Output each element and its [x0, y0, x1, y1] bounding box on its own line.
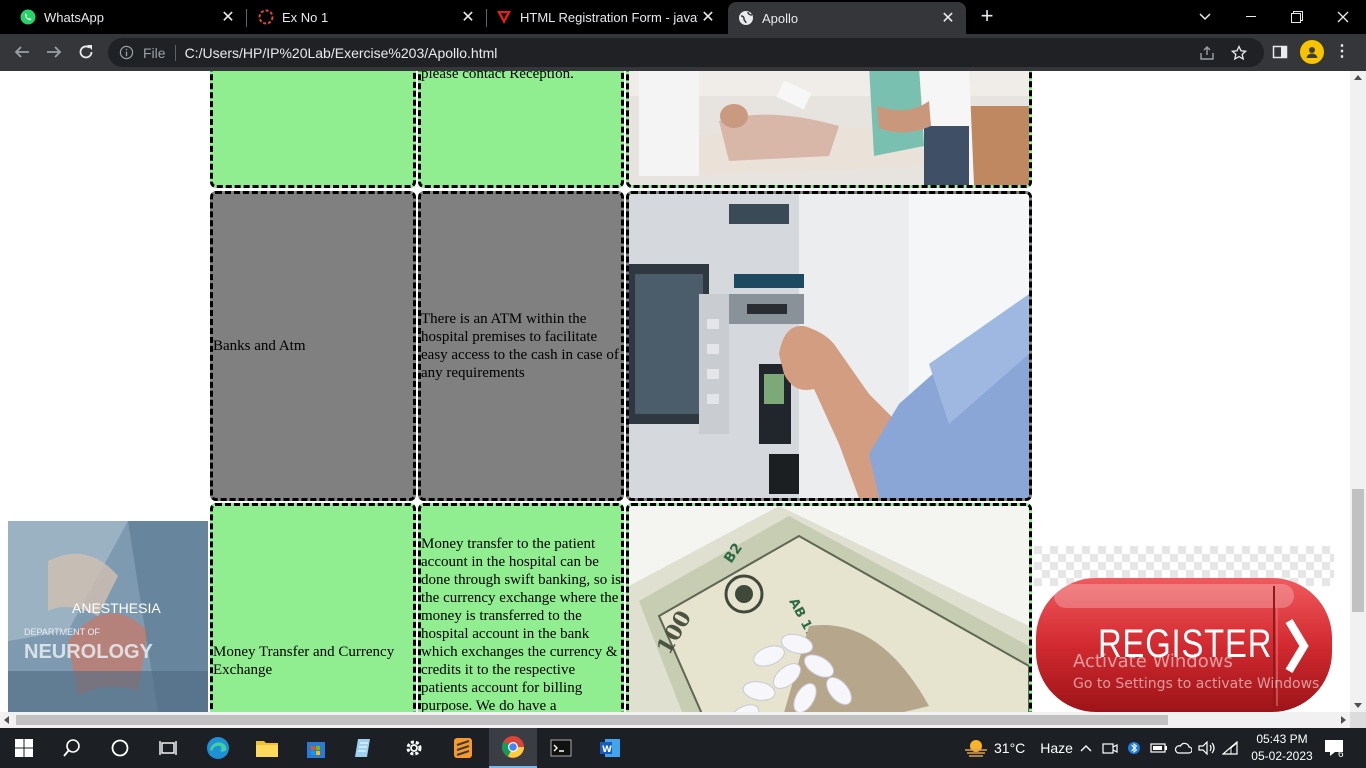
scheme-label: File — [143, 44, 166, 61]
bluetooth-icon[interactable] — [1128, 728, 1140, 768]
clock[interactable]: 05:43 PM 05-02-2023 — [1242, 731, 1322, 765]
wifi-icon[interactable] — [1222, 728, 1238, 768]
javatpoint-icon — [496, 9, 512, 25]
globe-icon — [738, 10, 754, 26]
volume-icon[interactable] — [1198, 728, 1216, 768]
loading-spinner-icon — [258, 9, 274, 25]
file-explorer-icon[interactable] — [243, 728, 291, 768]
activate-windows-watermark: Activate Windows Go to Settings to activ… — [1073, 651, 1324, 692]
notification-count: 6 — [1338, 748, 1344, 760]
tab-apollo[interactable]: Apollo ✕ — [728, 2, 966, 34]
table-cell-description: There is an ATM within the hospital prem… — [418, 191, 624, 501]
scroll-down-arrow-icon[interactable] — [1354, 703, 1362, 708]
browser-toolbar: File C:/Users/HP/IP%20Lab/Exercise%203/A… — [0, 34, 1366, 71]
svg-text:W: W — [602, 745, 612, 755]
meet-now-icon[interactable] — [1102, 728, 1118, 768]
banner-line3: NEUROLOGY — [24, 641, 153, 663]
page-viewport: please contact Reception. Banks and Atm … — [0, 71, 1350, 712]
show-hidden-icons-chevron-icon[interactable] — [1080, 728, 1092, 768]
scroll-left-arrow-icon[interactable] — [4, 716, 9, 724]
settings-gear-icon[interactable] — [390, 728, 438, 768]
notification-center-icon[interactable]: 6 — [1324, 728, 1344, 768]
hospital-room-image — [626, 71, 1032, 188]
weather-widget[interactable]: 31°C Haze — [964, 728, 1073, 768]
back-arrow-icon[interactable] — [10, 40, 34, 64]
clock-date: 05-02-2023 — [1251, 749, 1313, 763]
scroll-right-arrow-icon[interactable] — [1341, 716, 1346, 724]
more-menu-icon[interactable]: ⋮ — [1334, 42, 1350, 62]
info-icon[interactable] — [118, 45, 134, 61]
address-bar[interactable]: File C:/Users/HP/IP%20Lab/Exercise%203/A… — [108, 38, 1264, 67]
microsoft-store-icon[interactable] — [292, 728, 340, 768]
new-tab-button[interactable]: + — [976, 5, 998, 28]
vertical-scrollbar[interactable] — [1350, 71, 1366, 712]
neurology-banner-image: ANESTHESIA DEPARTMENT OF NEUROLOGY — [8, 521, 208, 712]
watermark-subtitle: Go to Settings to activate Windows. — [1073, 676, 1324, 692]
tab-close-icon[interactable]: ✕ — [698, 7, 718, 27]
cell-text: Banks and Atm — [213, 338, 306, 354]
tab-strip: WhatsApp ✕ Ex No 1 ✕ HTML Registration F… — [0, 0, 1366, 34]
edge-browser-icon[interactable] — [194, 728, 242, 768]
banner-line2: DEPARTMENT OF — [24, 627, 101, 637]
horizontal-scroll-thumb[interactable] — [16, 715, 1168, 725]
watermark-title: Activate Windows — [1073, 651, 1233, 672]
tab-javatpoint[interactable]: HTML Registration Form - javatp ✕ — [476, 0, 726, 34]
omnibox-divider — [174, 44, 176, 61]
share-icon[interactable] — [1198, 44, 1216, 62]
tab-title: HTML Registration Form - javatp — [520, 9, 698, 25]
clock-time: 05:43 PM — [1256, 732, 1308, 746]
cell-text: There is an ATM within the hospital prem… — [421, 311, 619, 381]
side-panel-icon[interactable] — [1268, 40, 1292, 64]
close-window-button[interactable] — [1320, 0, 1366, 34]
minimize-button[interactable] — [1228, 0, 1274, 34]
url-text[interactable]: C:/Users/HP/IP%20Lab/Exercise%203/Apollo… — [185, 45, 498, 61]
command-prompt-icon[interactable] — [537, 728, 585, 768]
tab-search-chevron-icon[interactable] — [1182, 0, 1228, 34]
table-cell-empty — [210, 71, 416, 188]
cell-text: Money Transfer and Currency Exchange — [213, 644, 395, 678]
table-cell-description: please contact Reception. — [418, 71, 624, 188]
tab-title: Apollo — [762, 10, 799, 26]
cortana-icon[interactable] — [96, 728, 144, 768]
cell-text: Money transfer to the patient account in… — [421, 536, 621, 712]
banner-line1: ANESTHESIA — [72, 600, 161, 616]
cell-text: please contact Reception. — [421, 71, 574, 82]
scroll-up-arrow-icon[interactable] — [1354, 75, 1362, 80]
weather-temp: 31°C — [994, 740, 1026, 756]
notepad-icon[interactable] — [340, 728, 388, 768]
battery-icon[interactable] — [1150, 728, 1168, 768]
sublime-text-icon[interactable] — [439, 728, 487, 768]
table-cell-service-name: Money Transfer and Currency Exchange — [210, 503, 416, 712]
scrollbar-corner — [1350, 712, 1366, 728]
profile-avatar[interactable] — [1300, 40, 1324, 64]
task-view-icon[interactable] — [144, 728, 192, 768]
restore-button[interactable] — [1274, 0, 1320, 34]
forward-arrow-icon[interactable] — [42, 40, 66, 64]
whatsapp-icon — [20, 9, 36, 25]
weather-text: Haze — [1040, 740, 1073, 756]
chrome-browser-icon[interactable] — [489, 728, 537, 768]
word-icon[interactable]: W — [586, 728, 634, 768]
search-icon[interactable] — [48, 728, 96, 768]
table-cell-description: Money transfer to the patient account in… — [418, 503, 624, 712]
tab-close-icon[interactable]: ✕ — [938, 8, 958, 28]
tab-ex-no-1[interactable]: Ex No 1 ✕ — [238, 0, 486, 34]
table-cell-service-name: Banks and Atm — [210, 191, 416, 501]
tab-whatsapp[interactable]: WhatsApp ✕ — [0, 0, 246, 34]
bookmark-star-icon[interactable] — [1230, 44, 1248, 62]
tab-close-icon[interactable]: ✕ — [458, 7, 478, 27]
haze-weather-icon — [965, 740, 987, 757]
start-windows-icon[interactable] — [0, 728, 48, 768]
tab-close-icon[interactable]: ✕ — [218, 7, 238, 27]
reload-icon[interactable] — [74, 40, 98, 64]
tab-title: WhatsApp — [44, 9, 104, 25]
vertical-scroll-thumb[interactable] — [1352, 489, 1364, 612]
tab-title: Ex No 1 — [282, 9, 329, 25]
horizontal-scrollbar[interactable] — [0, 712, 1350, 728]
onedrive-cloud-icon[interactable] — [1174, 728, 1192, 768]
windows-taskbar: W 31°C Haze 05:43 PM 05-02-2023 6 — [0, 728, 1366, 768]
money-and-pills-image: B2 AB 17072659 P 100 — [626, 503, 1032, 712]
atm-image — [626, 191, 1032, 501]
